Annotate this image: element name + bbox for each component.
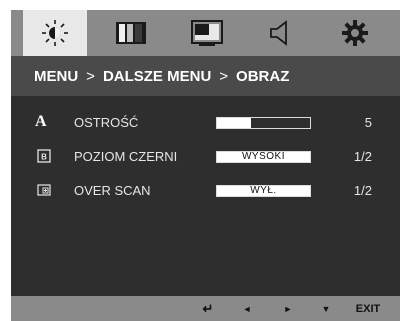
setting-label: OVER SCAN: [74, 183, 151, 198]
down-button[interactable]: ▼: [316, 296, 336, 321]
breadcrumb: MENU > DALSZE MENU > OBRAZ: [11, 56, 400, 96]
setting-sharpness[interactable]: A OSTROŚĆ 5: [11, 113, 400, 133]
exit-button[interactable]: EXIT: [351, 296, 385, 321]
tab-picture[interactable]: [175, 10, 239, 56]
over-scan-selector[interactable]: WYŁ.: [216, 185, 311, 197]
left-button[interactable]: ◄: [237, 296, 257, 321]
setting-value: 1/2: [353, 149, 372, 164]
breadcrumb-separator: >: [219, 67, 229, 85]
selector-value: WYSOKI: [217, 152, 310, 162]
enter-button[interactable]: ↵: [197, 296, 219, 321]
tab-sound[interactable]: [247, 10, 311, 56]
tab-settings[interactable]: [323, 10, 387, 56]
setting-over-scan[interactable]: OVER SCAN WYŁ. 1/2: [11, 181, 400, 201]
setting-label: OSTROŚĆ: [74, 115, 139, 130]
right-button[interactable]: ►: [278, 296, 298, 321]
nav-bar: ↵ ◄ ► ▼ EXIT: [11, 296, 400, 321]
brightness-icon: [42, 20, 68, 46]
sharpness-slider[interactable]: [216, 117, 311, 129]
color-icon: [116, 22, 146, 44]
breadcrumb-current: OBRAZ: [236, 67, 290, 85]
slider-fill: [217, 118, 252, 128]
setting-value: 1/2: [353, 183, 372, 198]
setting-value: 5: [364, 115, 372, 130]
tab-color[interactable]: [99, 10, 163, 56]
monitor-screen: MENU > DALSZE MENU > OBRAZ A OSTROŚĆ 5 B…: [0, 0, 411, 321]
osd-menu: MENU > DALSZE MENU > OBRAZ A OSTROŚĆ 5 B…: [11, 10, 400, 321]
black-level-icon: B: [37, 149, 51, 163]
tab-bar: [11, 10, 400, 56]
svg-text:B: B: [41, 153, 47, 162]
overscan-icon: [37, 184, 51, 196]
sharpness-icon: A: [35, 113, 47, 130]
black-level-selector[interactable]: WYSOKI: [216, 151, 311, 163]
breadcrumb-submenu: DALSZE MENU: [102, 67, 212, 85]
breadcrumb-menu: MENU: [34, 67, 79, 85]
setting-label: POZIOM CZERNI: [74, 149, 178, 164]
tab-brightness[interactable]: [23, 10, 87, 56]
setting-black-level[interactable]: B POZIOM CZERNI WYSOKI 1/2: [11, 147, 400, 167]
sound-icon: [270, 20, 287, 46]
selector-value: WYŁ.: [217, 186, 310, 196]
picture-icon: [191, 20, 223, 46]
breadcrumb-separator: >: [86, 67, 95, 85]
settings-icon: [342, 20, 368, 46]
